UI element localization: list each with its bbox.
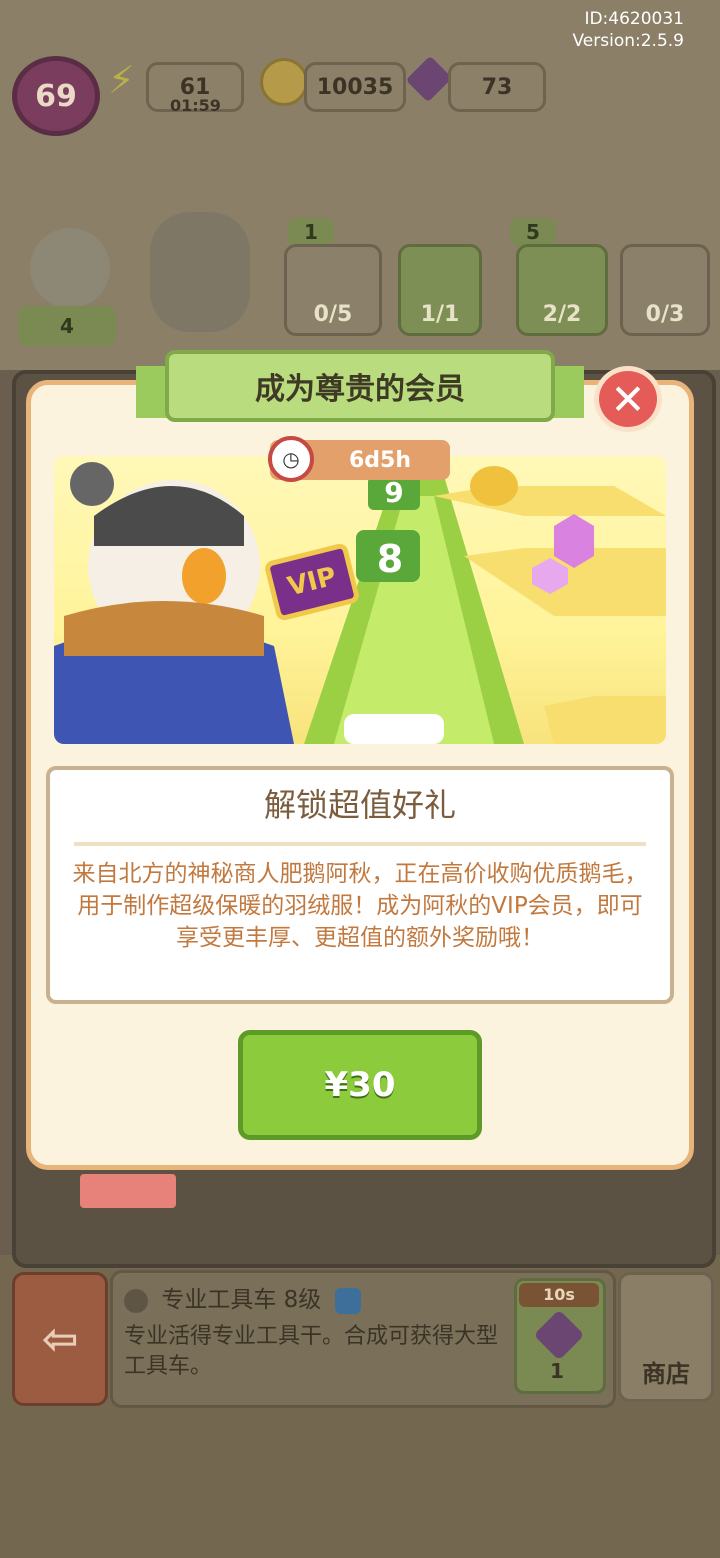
account-info: ID:4620031 Version:2.5.9 (573, 8, 685, 52)
gem-value: 73 (481, 74, 513, 100)
step-label-8: 8 (377, 537, 403, 581)
order-slot-4-count: 0/3 (645, 302, 685, 327)
energy-timer: 01:59 (170, 96, 221, 115)
gem-slot-icon (533, 1309, 585, 1361)
gem-slot-timer: 10s (519, 1283, 599, 1307)
reward-section-title: 解锁超值好礼 (263, 786, 456, 824)
vip-illustration: VIP 8 9 (54, 456, 666, 744)
info-icon[interactable] (334, 1287, 361, 1314)
step-tile-next (344, 714, 444, 744)
coin-value: 10035 (316, 74, 394, 100)
exit-button[interactable]: ⇦ (12, 1272, 108, 1406)
section-divider (74, 842, 646, 846)
left-star-counter: 4 (18, 306, 116, 346)
fur-collar (64, 601, 264, 656)
order-slot-3[interactable]: 2/2 (516, 244, 608, 336)
coin-pile (470, 466, 518, 506)
player-id: ID:4620031 (584, 9, 684, 29)
gem-counter[interactable]: 73 (448, 62, 546, 112)
slot-group-1-star: 1 (288, 218, 334, 246)
worker-goose-avatar (30, 228, 110, 308)
gem-slot-count: 1 (550, 1359, 564, 1383)
order-slot-1[interactable]: 0/5 (284, 244, 382, 336)
item-title-text: 专业工具车 8级 (161, 1287, 322, 1313)
speaker-icon[interactable] (124, 1288, 148, 1313)
shop-label: 商店 (642, 1360, 690, 1388)
modal-title: 成为尊贵的会员 (255, 372, 465, 407)
order-slot-3-count: 2/2 (542, 302, 582, 327)
tile-lower (544, 696, 666, 744)
left-star-value: 4 (60, 314, 74, 338)
purchase-vip-button[interactable]: ¥30 (238, 1030, 482, 1140)
goose-beak (182, 548, 226, 604)
membership-timer-text: 6d5h (348, 447, 412, 473)
coin-counter[interactable]: 10035 (304, 62, 406, 112)
gem-reward-slot[interactable]: 10s 1 (514, 1278, 606, 1394)
shop-button[interactable]: 商店 (618, 1272, 714, 1402)
beanie-pompom (70, 462, 114, 506)
order-slot-4[interactable]: 0/3 (620, 244, 710, 336)
close-icon: ✕ (610, 374, 646, 424)
coin-icon (260, 58, 308, 106)
exit-icon: ⇦ (41, 1313, 79, 1365)
slot-group-2-star: 5 (510, 218, 556, 246)
clock-icon: ◷ (268, 436, 314, 482)
tile-upper (434, 486, 666, 516)
close-button[interactable]: ✕ (594, 366, 662, 432)
slot-group-2-star-value: 5 (526, 220, 540, 244)
merchant-goose-avatar (150, 212, 250, 332)
energy-icon: ⚡ (108, 58, 135, 102)
item-info-description: 专业活得专业工具干。合成可获得大型工具车。 (124, 1324, 499, 1379)
level-badge[interactable]: 69 (12, 56, 100, 136)
order-slot-2[interactable]: 1/1 (398, 244, 482, 336)
vip-scene-svg: VIP 8 9 (54, 462, 666, 744)
modal-title-banner: 成为尊贵的会员 (165, 350, 555, 422)
order-slot-1-count: 0/5 (313, 302, 353, 327)
step-label-9: 9 (384, 476, 403, 509)
modal-ribbon-decoration (80, 1174, 176, 1208)
gem-slot-timer-text: 10s (543, 1285, 575, 1304)
reward-description-text: 来自北方的神秘商人肥鹅阿秋，正在高价收购优质鹅毛，用于制作超级保暖的羽绒服！成为… (72, 861, 648, 951)
purchase-price-label: ¥30 (324, 1065, 396, 1105)
order-slot-2-count: 1/1 (420, 302, 460, 327)
slot-group-1-star-value: 1 (304, 220, 318, 244)
game-version: Version:2.5.9 (572, 31, 685, 51)
item-info-title: 专业工具车 8级 (124, 1280, 361, 1314)
